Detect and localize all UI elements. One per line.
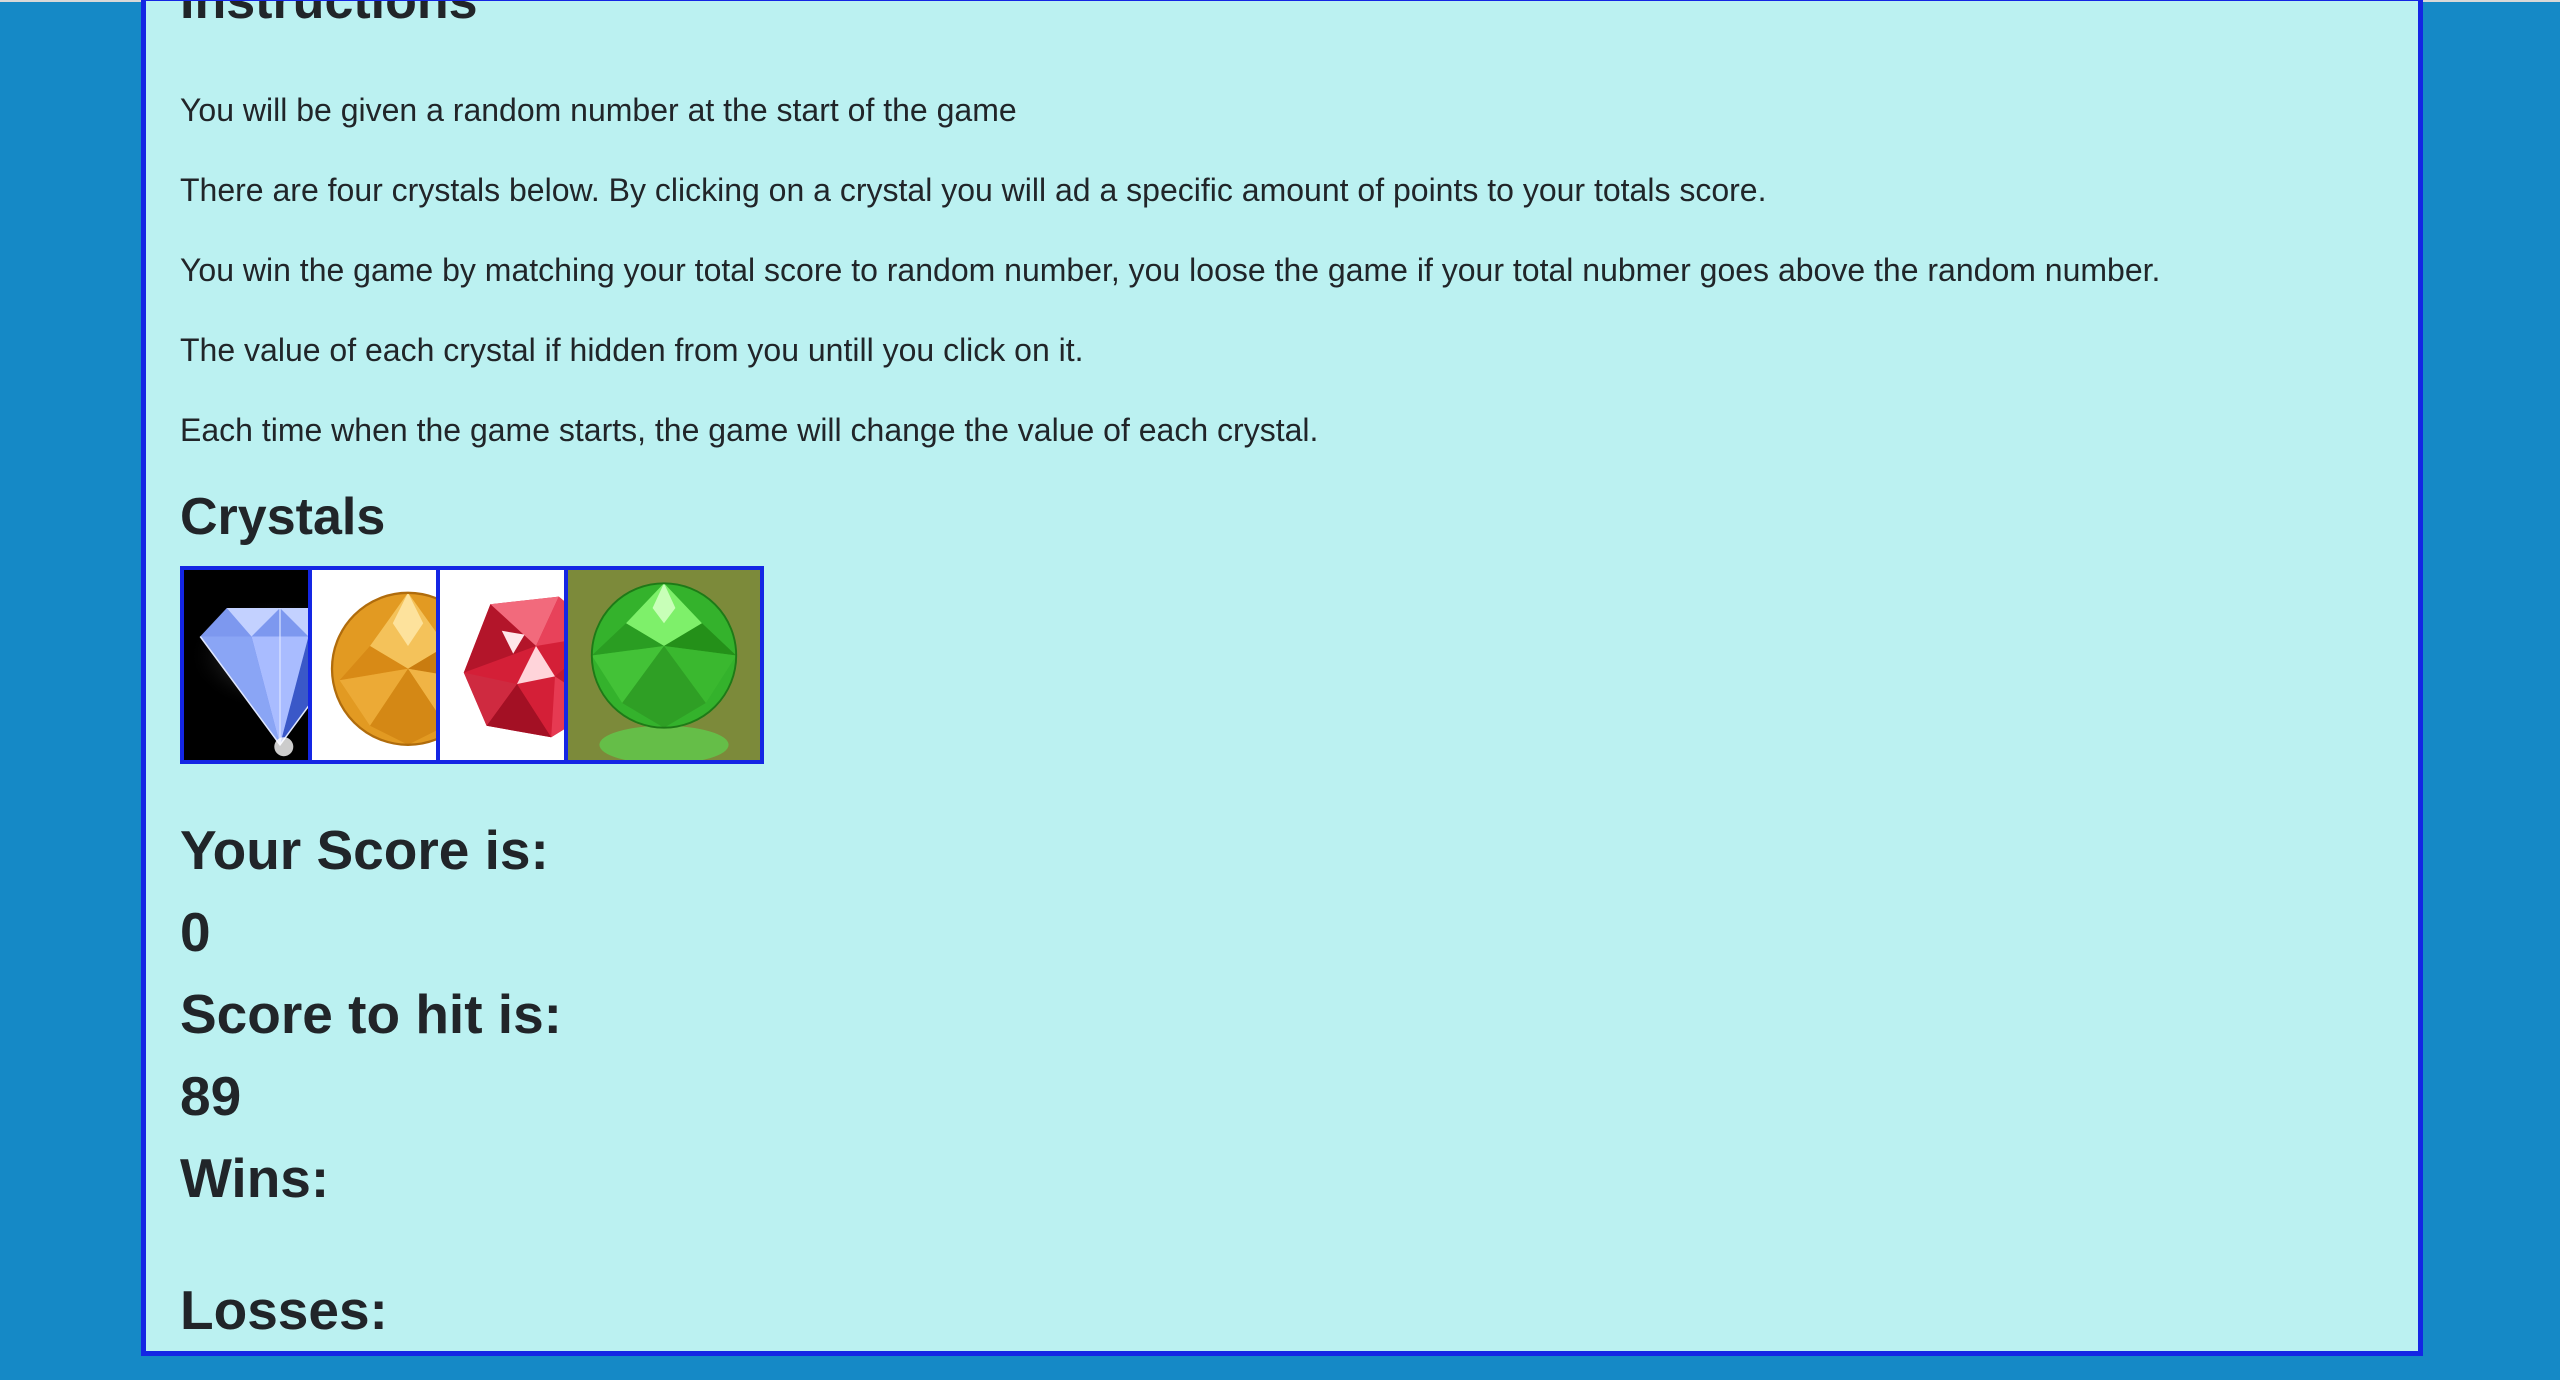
- game-panel: Instructions You will be given a random …: [141, 0, 2423, 1356]
- target-value: 89: [180, 1065, 242, 1127]
- target-label: Score to hit is:: [180, 983, 562, 1045]
- score-label: Your Score is:: [180, 819, 549, 881]
- instructions-heading: Instructions: [180, 0, 478, 30]
- crystal-button-green[interactable]: [564, 566, 764, 764]
- instruction-line: The value of each crystal if hidden from…: [180, 332, 1084, 368]
- instruction-line: Each time when the game starts, the game…: [180, 412, 1319, 448]
- instruction-line: You win the game by matching your total …: [180, 252, 2161, 288]
- green-crystal-icon: [569, 570, 759, 760]
- losses-label: Losses:: [180, 1279, 388, 1341]
- instruction-line: You will be given a random number at the…: [180, 92, 1017, 128]
- crystals-heading: Crystals: [180, 488, 386, 546]
- wins-label: Wins:: [180, 1147, 330, 1209]
- instruction-line: There are four crystals below. By clicki…: [180, 172, 1767, 208]
- score-value: 0: [180, 901, 211, 963]
